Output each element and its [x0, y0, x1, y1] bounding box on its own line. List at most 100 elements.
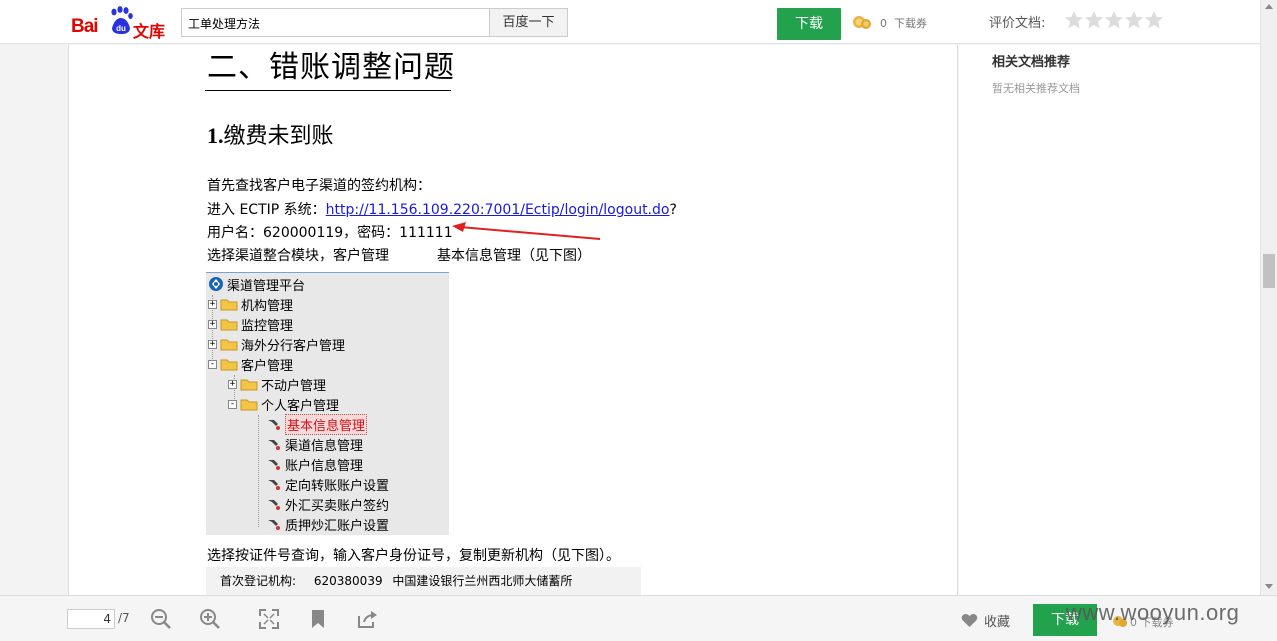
rating-stars[interactable] [1064, 10, 1164, 30]
tree-item[interactable]: 渠道信息管理 [266, 434, 363, 454]
baidu-wenku-logo[interactable]: Bai du 文库 [71, 5, 165, 41]
fullscreen-icon[interactable] [258, 608, 280, 630]
tool-icon [268, 520, 280, 530]
tree-item[interactable]: - 客户管理 [208, 354, 293, 374]
star-icon[interactable] [1064, 10, 1084, 30]
folder-icon [220, 319, 238, 331]
folder-icon [220, 339, 238, 351]
tree-item-label: 质押炒汇账户设置 [285, 518, 390, 534]
paragraph-2: 进入 ECTIP 系统：http://11.156.109.220:7001/E… [207, 199, 677, 219]
tool-icon [268, 460, 280, 470]
rate-label: 评价文档: [989, 16, 1046, 31]
paragraph-3: 用户名：620000119，密码：111111 [207, 225, 453, 241]
open-folder-icon [240, 399, 258, 411]
paragraph-4-a: 选择渠道整合模块，客户管理 [207, 248, 389, 264]
paw-icon: du [111, 6, 133, 34]
heading-2-number: 1. [207, 123, 224, 148]
heart-icon [961, 613, 978, 627]
tree-connector [258, 415, 259, 527]
tree-item[interactable]: 质押炒汇账户设置 [266, 514, 389, 534]
ccb-logo-icon [209, 277, 223, 291]
sidebar: 相关文档推荐 暂无相关推荐文档 [959, 45, 1260, 595]
tree-item[interactable]: + 海外分行客户管理 [208, 334, 345, 354]
tree-item-label: 定向转账账户设置 [285, 478, 390, 494]
tool-icon [268, 480, 280, 490]
form-org-name: 中国建设银行兰州西北师大储蓄所 [392, 574, 573, 588]
tree-item-selected[interactable]: 基本信息管理 [266, 413, 368, 435]
paragraph-1: 首先查找客户电子渠道的签约机构： [207, 178, 431, 194]
vertical-scrollbar[interactable] [1260, 0, 1277, 595]
folder-icon [220, 299, 238, 311]
document-page: 二、错账调整问题 1.缴费未到账 首先查找客户电子渠道的签约机构： 进入 ECT… [68, 45, 958, 595]
logo-bai-text: Bai [71, 16, 99, 37]
star-icon[interactable] [1144, 10, 1164, 30]
logo-wenku-text: 文库 [133, 22, 166, 41]
scroll-down-icon[interactable] [1265, 584, 1273, 589]
register-form-screenshot: 首次登记机构: 620380039 中国建设银行兰州西北师大储蓄所 [206, 567, 641, 595]
expand-icon[interactable]: + [208, 299, 217, 309]
tree-item-label: 客户管理 [241, 358, 294, 374]
voucher-label: 下载券 [894, 17, 927, 30]
star-icon[interactable] [1104, 10, 1124, 30]
paragraph-4: 选择渠道整合模块，客户管理 基本信息管理（见下图） [207, 245, 591, 265]
related-docs-empty: 暂无相关推荐文档 [992, 82, 1080, 95]
tree-item[interactable]: + 监控管理 [208, 314, 293, 334]
star-icon[interactable] [1124, 10, 1144, 30]
star-icon[interactable] [1084, 10, 1104, 30]
page-number-input[interactable]: 4 [67, 609, 115, 629]
search-button[interactable]: 百度一下 [489, 8, 568, 37]
ectip-link[interactable]: http://11.156.109.220:7001/Ectip/login/l… [326, 202, 670, 218]
scroll-thumb[interactable] [1263, 254, 1275, 288]
tree-item[interactable]: + 机构管理 [208, 294, 293, 314]
heading-2-text: 缴费未到账 [223, 124, 334, 149]
tree-item-label: 渠道信息管理 [285, 438, 364, 454]
tree-item[interactable]: 外汇买卖账户签约 [266, 494, 389, 514]
collapse-icon[interactable]: - [228, 399, 237, 409]
download-button[interactable]: 下载 [777, 8, 841, 40]
heading-rule [205, 90, 451, 91]
tree-item-label: 基本信息管理 [285, 413, 368, 435]
tree-item[interactable]: 定向转账账户设置 [266, 474, 389, 494]
tree-item-label: 不动户管理 [261, 378, 327, 394]
tree-item-label: 机构管理 [241, 298, 294, 314]
tree-item[interactable]: + 不动户管理 [228, 374, 326, 394]
zoom-in-icon[interactable] [199, 608, 221, 630]
tree-item-label: 海外分行客户管理 [241, 338, 346, 354]
folder-icon [240, 379, 258, 391]
paragraph-2-suffix: ? [669, 202, 677, 218]
form-label: 首次登记机构: [220, 574, 297, 588]
heading-1: 二、错账调整问题 [207, 50, 455, 85]
share-icon[interactable] [356, 608, 378, 630]
tree-root: 渠道管理平台 [208, 274, 305, 294]
tool-icon [268, 420, 280, 430]
open-folder-icon [220, 359, 238, 371]
tree-item[interactable]: - 个人客户管理 [228, 394, 339, 414]
heading-2: 1.缴费未到账 [207, 118, 334, 150]
top-bar: Bai du 文库 工单处理方法 百度一下 下载 0 下载券 评价文档: [0, 0, 1260, 44]
expand-icon[interactable]: + [208, 319, 217, 329]
bottom-toolbar: 4 /7 收藏 下载 0 下载券 www.wooyun.org [0, 595, 1277, 641]
tree-item[interactable]: 账户信息管理 [266, 454, 363, 474]
favorite-button[interactable]: 收藏 [961, 611, 1010, 630]
form-code: 620380039 [313, 574, 383, 588]
channel-tree-screenshot: 渠道管理平台 + 机构管理 + 监控管理 + 海外分行客户管理 - 客户管理 + 不动户管… [206, 272, 449, 535]
tree-root-label: 渠道管理平台 [227, 278, 306, 294]
tool-icon [268, 440, 280, 450]
tree-item-label: 外汇买卖账户签约 [285, 498, 390, 514]
page-total: /7 [118, 611, 130, 625]
expand-icon[interactable]: + [228, 379, 237, 389]
red-arrow-annotation [452, 222, 601, 240]
favorite-label: 收藏 [984, 615, 1011, 630]
paragraph-2-prefix: 进入 ECTIP 系统： [207, 202, 326, 218]
scroll-up-icon[interactable] [1265, 4, 1273, 9]
collapse-icon[interactable]: - [208, 359, 217, 369]
voucher-number: 0 [880, 17, 887, 30]
bookmark-icon[interactable] [307, 608, 329, 630]
zoom-out-icon[interactable] [150, 608, 172, 630]
paragraph-4-b: 基本信息管理（见下图） [437, 248, 591, 264]
expand-icon[interactable]: + [208, 339, 217, 349]
logo-du-text: du [116, 24, 126, 33]
watermark-text: www.wooyun.org [1066, 600, 1240, 625]
tool-icon [268, 500, 280, 510]
search-input[interactable]: 工单处理方法 [181, 8, 490, 37]
